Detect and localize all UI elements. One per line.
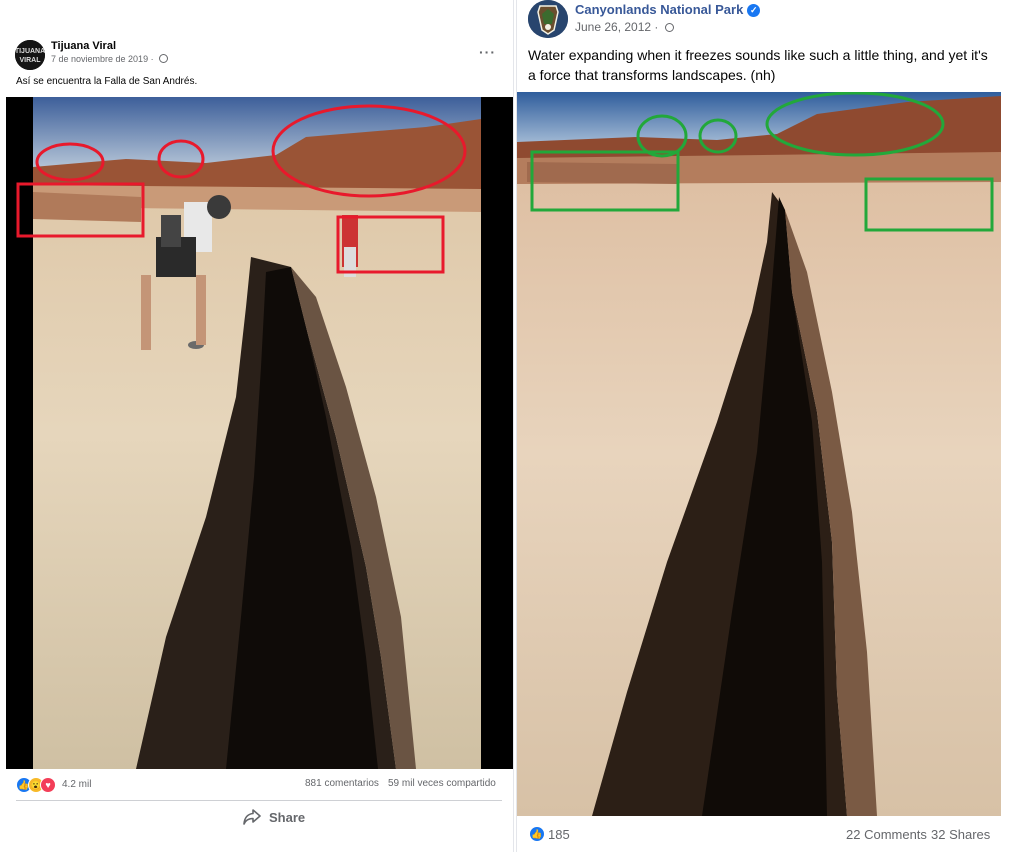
post-photo[interactable] bbox=[6, 97, 513, 769]
author-name[interactable]: Canyonlands National Park ✓ bbox=[575, 2, 761, 17]
reaction-icons[interactable]: 👍 bbox=[529, 826, 545, 842]
share-button[interactable]: Share bbox=[243, 809, 305, 825]
verified-icon: ✓ bbox=[747, 4, 761, 17]
like-icon: 👍 bbox=[529, 826, 545, 842]
love-icon: ♥ bbox=[40, 777, 56, 793]
author-name-text: Canyonlands National Park bbox=[575, 2, 744, 17]
svg-text:VIRAL: VIRAL bbox=[20, 57, 42, 64]
post-date-text: 7 de noviembre de 2019 · bbox=[51, 54, 157, 64]
reaction-icons[interactable]: 👍 😮 ♥ bbox=[16, 777, 56, 793]
author-name[interactable]: Tijuana Viral bbox=[51, 40, 116, 52]
post-date[interactable]: June 26, 2012 · bbox=[575, 20, 674, 34]
post-date-text: June 26, 2012 · bbox=[575, 20, 662, 34]
comment-count[interactable]: 22 Comments bbox=[846, 827, 927, 842]
post-caption: Water expanding when it freezes sounds l… bbox=[528, 47, 988, 83]
share-count[interactable]: 32 Shares bbox=[931, 827, 990, 842]
more-icon[interactable]: ··· bbox=[479, 44, 496, 60]
action-divider bbox=[16, 800, 502, 801]
tijuana-viral-avatar[interactable]: TIJUANA VIRAL bbox=[15, 40, 45, 70]
svg-text:TIJUANA: TIJUANA bbox=[15, 48, 45, 55]
nps-avatar[interactable] bbox=[528, 0, 568, 38]
post-caption: Así se encuentra la Falla de San Andrés. bbox=[16, 76, 198, 87]
right-post: Canyonlands National Park ✓ June 26, 2012… bbox=[516, 0, 1002, 852]
share-arrow-icon bbox=[243, 809, 261, 825]
post-photo[interactable] bbox=[517, 92, 1001, 816]
comment-count[interactable]: 881 comentarios bbox=[305, 778, 379, 789]
reaction-count[interactable]: 4.2 mil bbox=[62, 779, 91, 790]
post-date[interactable]: 7 de noviembre de 2019 · bbox=[51, 54, 169, 64]
globe-icon bbox=[664, 23, 674, 32]
left-post: TIJUANA VIRAL Tijuana Viral 7 de noviemb… bbox=[6, 0, 514, 852]
share-count[interactable]: 59 mil veces compartido bbox=[388, 778, 496, 789]
share-label: Share bbox=[269, 809, 306, 825]
reaction-count[interactable]: 185 bbox=[548, 827, 570, 842]
globe-icon bbox=[159, 54, 169, 63]
